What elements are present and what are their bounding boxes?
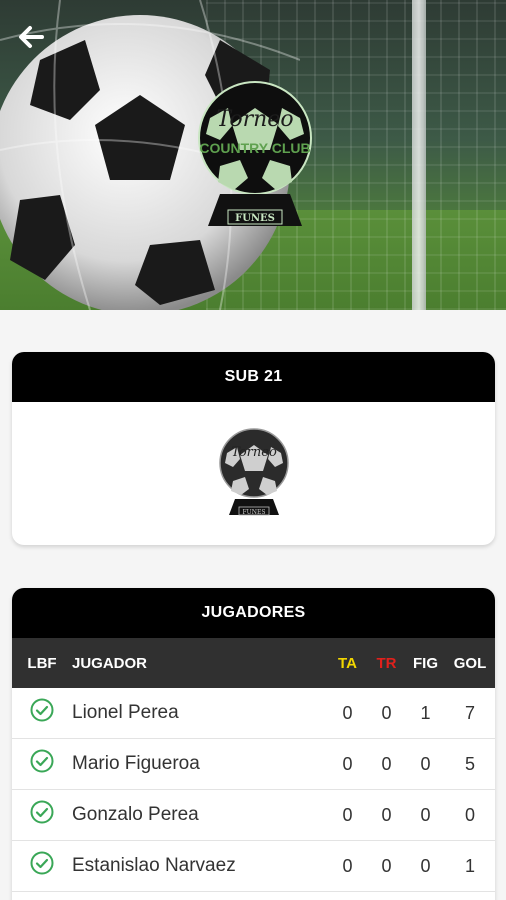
player-ta: 0 [342, 753, 353, 774]
table-row[interactable]: Estanislao Narvaez 0 0 0 1 [12, 841, 495, 892]
player-tr: 0 [381, 753, 392, 774]
players-title: JUGADORES [12, 588, 495, 638]
check-circle-icon [30, 800, 54, 824]
team-logo-ribbon: FUNES [243, 509, 266, 516]
team-logo-title: Torneo [231, 445, 277, 460]
player-fig: 1 [420, 702, 431, 723]
player-ta: 0 [342, 702, 353, 723]
player-tr: 0 [381, 702, 392, 723]
player-name: Mario Figueroa [72, 753, 200, 774]
player-tr: 0 [381, 855, 392, 876]
goal-post [412, 0, 426, 310]
player-gol: 0 [464, 804, 475, 825]
players-card: JUGADORES LBF JUGADOR TA TR FIG GOL Lion… [12, 588, 495, 900]
team-card[interactable]: SUB 21 Torneo FUNES [12, 352, 495, 545]
check-circle-icon [30, 749, 54, 773]
table-row[interactable]: Lionel Perea 0 0 1 7 [12, 688, 495, 739]
player-fig: 0 [420, 753, 431, 774]
player-name: Estanislao Narvaez [72, 855, 236, 876]
player-ta: 0 [342, 855, 353, 876]
player-gol: 5 [464, 753, 475, 774]
check-circle-icon [30, 698, 54, 722]
player-gol: 7 [464, 702, 475, 723]
back-button[interactable] [16, 22, 56, 58]
header-lbf: LBF [27, 654, 57, 672]
player-gol: 1 [464, 855, 475, 876]
header-ta: TA [338, 654, 357, 672]
player-fig: 0 [420, 855, 431, 876]
logo-ribbon: FUNES [235, 213, 275, 224]
logo-title: Torneo [216, 107, 293, 132]
header-tr: TR [376, 654, 397, 672]
logo-subtitle: COUNTRY CLUB [199, 140, 310, 156]
players-table-header: LBF JUGADOR TA TR FIG GOL [12, 638, 495, 688]
player-ta: 0 [342, 804, 353, 825]
header-image: Torneo COUNTRY CLUB FUNES [0, 0, 506, 310]
arrow-left-icon [19, 26, 44, 48]
player-tr: 0 [381, 804, 392, 825]
tournament-logo: Torneo COUNTRY CLUB FUNES [190, 78, 320, 236]
team-title: SUB 21 [12, 352, 495, 402]
header-gol: GOL [453, 654, 487, 672]
header-jugador: JUGADOR [72, 654, 148, 672]
team-logo: Torneo FUNES [217, 427, 291, 519]
player-name: Gonzalo Perea [72, 804, 199, 825]
check-circle-icon [30, 851, 54, 875]
table-row[interactable]: Gonzalo Perea 0 0 0 0 [12, 790, 495, 841]
player-name: Lionel Perea [72, 702, 179, 723]
header-fig: FIG [413, 654, 438, 672]
table-row[interactable]: Mario Figueroa 0 0 0 5 [12, 739, 495, 790]
player-fig: 0 [420, 804, 431, 825]
